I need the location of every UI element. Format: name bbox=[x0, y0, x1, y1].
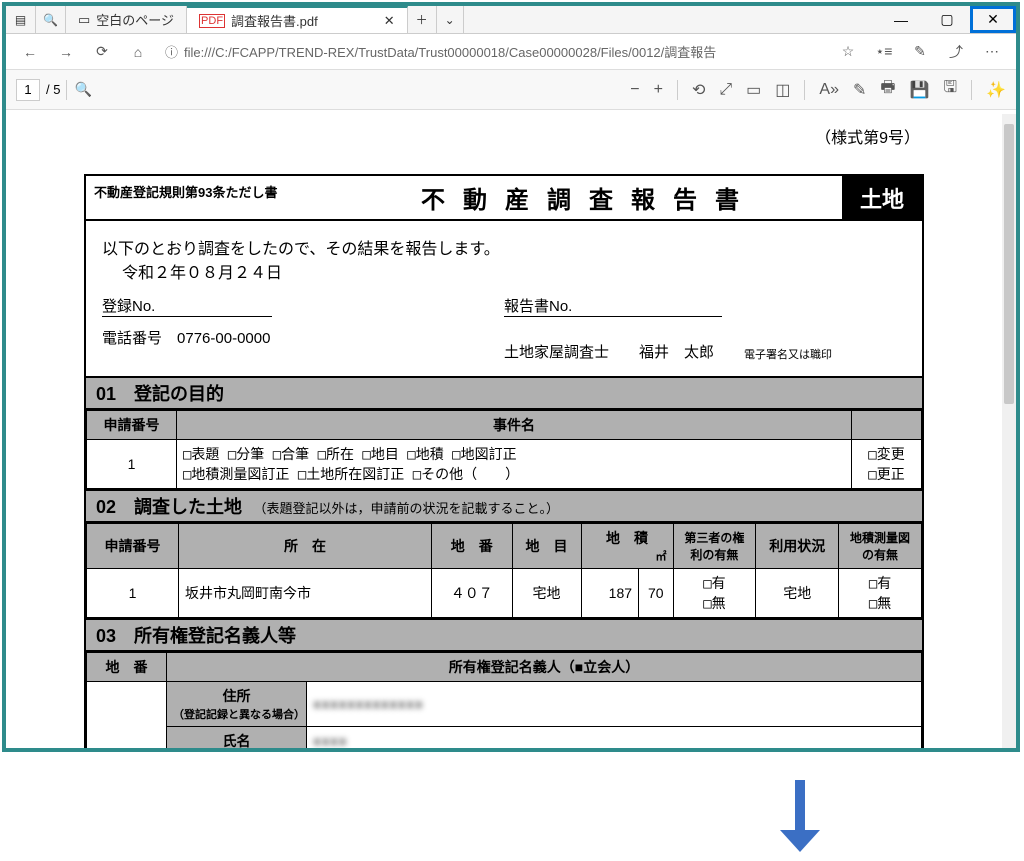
s02-h0: 申請番号 bbox=[87, 524, 179, 569]
s02-r5: 70 bbox=[639, 569, 674, 618]
s03-name-value: ■■■■ bbox=[307, 727, 922, 749]
s02-h4: 地 積 bbox=[588, 528, 667, 548]
s01-right: □変更 □更正 bbox=[852, 440, 922, 489]
form-number: （様式第9号） bbox=[84, 124, 924, 148]
favorite-button[interactable]: ☆ bbox=[832, 38, 864, 66]
s02-r6: □有 □無 bbox=[673, 569, 756, 618]
scrollbar[interactable] bbox=[1002, 114, 1016, 748]
s02-h5: 第三者の権利の有無 bbox=[673, 524, 756, 569]
minimize-button[interactable]: ― bbox=[878, 6, 924, 33]
tab-menu-icon[interactable]: ▤ bbox=[6, 6, 36, 33]
draw-icon[interactable]: ✎ bbox=[853, 80, 866, 100]
pdf-toolbar: / 5 🔍 − + ⟲ ⤢ ▭ ◫ A» ✎ 🖶 💾 🖫 ✨ bbox=[6, 70, 1016, 110]
tab-pdf[interactable]: PDF 調査報告書.pdf ✕ bbox=[187, 6, 408, 33]
tab-close-icon[interactable]: ✕ bbox=[384, 13, 395, 29]
refresh-button[interactable]: ⟳ bbox=[86, 38, 118, 66]
pdf-icon: PDF bbox=[199, 14, 225, 28]
s02-r7: 宅地 bbox=[756, 569, 839, 618]
s03-name-label: 氏名 bbox=[167, 727, 307, 749]
close-button[interactable]: ✕ bbox=[970, 6, 1016, 33]
read-aloud-icon[interactable]: A» bbox=[819, 81, 839, 99]
tel-label: 電話番号 bbox=[102, 330, 162, 347]
new-tab-button[interactable]: ＋ bbox=[408, 6, 437, 33]
url-field[interactable]: ⓘ file:///C:/FCAPP/TREND-REX/TrustData/T… bbox=[158, 38, 828, 66]
s01-hdr-case: 事件名 bbox=[177, 411, 852, 440]
section-01: 01 登記の目的 bbox=[86, 376, 922, 410]
zoom-out-icon[interactable]: − bbox=[630, 81, 639, 99]
s03-chiban: 地 番 bbox=[87, 653, 167, 682]
rotate-icon[interactable]: ⟲ bbox=[692, 80, 705, 100]
tab-dropdown[interactable]: ⌄ bbox=[437, 6, 464, 33]
s01-no: 1 bbox=[87, 440, 177, 489]
s03-addr-value: ■■■■■■■■■■■■■ bbox=[307, 682, 922, 727]
tab-search-icon[interactable]: 🔍 bbox=[36, 6, 66, 33]
s02-h7: 地積測量図の有無 bbox=[839, 524, 922, 569]
s02-h2: 地 番 bbox=[432, 524, 513, 569]
s01-hdr-no: 申請番号 bbox=[87, 411, 177, 440]
section-03: 03 所有権登記名義人等 bbox=[86, 618, 922, 652]
arrow-down-icon bbox=[780, 780, 820, 850]
s02-h6: 利用状況 bbox=[756, 524, 839, 569]
s02-r3: 宅地 bbox=[512, 569, 581, 618]
s02-r1: 坂井市丸岡町南今市 bbox=[179, 569, 432, 618]
home-button[interactable]: ⌂ bbox=[122, 38, 154, 66]
s02-r8: □有 □無 bbox=[839, 569, 922, 618]
layout-icon[interactable]: ◫ bbox=[775, 80, 790, 100]
pdf-page-input[interactable] bbox=[16, 79, 40, 101]
share-button[interactable]: ⤴ bbox=[940, 38, 972, 66]
fullscreen-icon[interactable]: ⤢ bbox=[719, 81, 732, 99]
pdf-page-total: / 5 bbox=[46, 82, 60, 97]
titlebar: ▤ 🔍 ▭空白のページ PDF 調査報告書.pdf ✕ ＋ ⌄ ― ▢ ✕ bbox=[6, 6, 1016, 34]
fit-page-icon[interactable]: ▭ bbox=[746, 80, 761, 100]
forward-button[interactable]: → bbox=[50, 38, 82, 66]
s02-r2: ４０７ bbox=[432, 569, 513, 618]
reg-no-label: 登録No. bbox=[102, 298, 155, 315]
tab-blank[interactable]: ▭空白のページ bbox=[66, 6, 187, 33]
signature-note: 電子署名又は職印 bbox=[744, 346, 832, 362]
save-icon[interactable]: 💾 bbox=[910, 80, 930, 100]
save-as-icon[interactable]: 🖫 bbox=[943, 76, 957, 103]
s02-h1: 所 在 bbox=[179, 524, 432, 569]
address-bar: ← → ⟳ ⌂ ⓘ file:///C:/FCAPP/TREND-REX/Tru… bbox=[6, 34, 1016, 70]
s03-addr-label: 住所 bbox=[173, 686, 300, 706]
doc-type-badge: 土地 bbox=[842, 176, 922, 219]
surveyor-name: 福井 太郎 bbox=[639, 341, 714, 362]
doc-title: 不動産調査報告書 bbox=[336, 176, 842, 219]
back-button[interactable]: ← bbox=[14, 38, 46, 66]
more-button[interactable]: ⋯ bbox=[976, 38, 1008, 66]
rule-label: 不動産登記規則第93条ただし書 bbox=[86, 176, 336, 219]
scroll-thumb[interactable] bbox=[1004, 124, 1014, 404]
section-02: 02 調査した土地 （表題登記以外は，申請前の状況を記載すること。） bbox=[86, 489, 922, 523]
s01-checks: □表題 □分筆 □合筆 □所在 □地目 □地積 □地図訂正 □地積測量図訂正 □… bbox=[177, 440, 852, 489]
s02-r0: 1 bbox=[87, 569, 179, 618]
s02-h3: 地 目 bbox=[512, 524, 581, 569]
maximize-button[interactable]: ▢ bbox=[924, 6, 970, 33]
find-icon[interactable]: 🔍 bbox=[67, 76, 99, 104]
report-no-label: 報告書No. bbox=[504, 298, 572, 315]
s03-owner: 所有権登記名義人（■立会人） bbox=[167, 653, 922, 682]
tel-value: 0776-00-0000 bbox=[177, 330, 270, 347]
report-date: 令和２年０８月２４日 bbox=[122, 259, 906, 283]
tools-icon[interactable]: ✨ bbox=[986, 80, 1006, 100]
notes-button[interactable]: ✎ bbox=[904, 38, 936, 66]
surveyor-label: 土地家屋調査士 bbox=[504, 341, 609, 362]
zoom-in-icon[interactable]: + bbox=[654, 81, 663, 99]
info-icon: ⓘ bbox=[165, 42, 178, 61]
intro-text: 以下のとおり調査をしたので、その結果を報告します。 bbox=[102, 235, 906, 259]
favorites-list-button[interactable]: ⋆≡ bbox=[868, 38, 900, 66]
pdf-viewport: （様式第9号） 不動産登記規則第93条ただし書 不動産調査報告書 土地 以下のと… bbox=[6, 114, 1002, 748]
s02-r4: 187 bbox=[581, 569, 639, 618]
print-icon[interactable]: 🖶 bbox=[880, 76, 895, 103]
